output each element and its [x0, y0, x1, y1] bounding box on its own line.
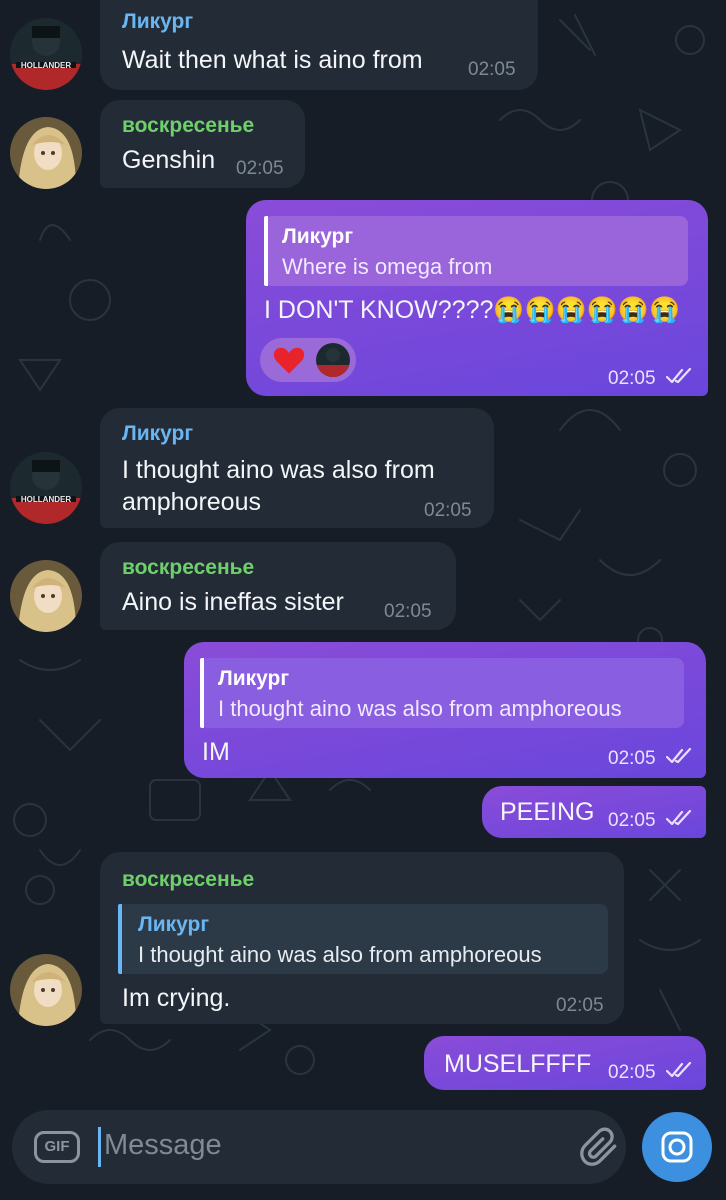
message-text: Aino is ineffas sister [122, 588, 344, 616]
message-input-bar: GIF Message [12, 1110, 626, 1184]
sender-name[interactable]: Ликург [122, 10, 193, 34]
message-text: PEEING [500, 798, 595, 826]
message-time: 02:05 [384, 601, 432, 622]
reply-quote[interactable]: Ликург Where is omega from [264, 216, 688, 286]
text-cursor [98, 1127, 101, 1167]
avatar[interactable]: HOLLANDER [10, 452, 82, 524]
reply-quote[interactable]: Ликург I thought aino was also from amph… [200, 658, 684, 728]
message-text: MUSELFFFF [444, 1050, 592, 1078]
message-time: 02:05 [608, 368, 656, 389]
message-time: 02:05 [236, 158, 284, 179]
message-bubble[interactable]: Ликург I thought aino was also from amph… [100, 408, 494, 528]
double-check-icon [666, 1062, 692, 1078]
reply-text: Where is omega from [282, 254, 493, 279]
message-input[interactable]: Message [104, 1129, 222, 1162]
double-check-icon [666, 748, 692, 764]
message-text-line: amphoreous [122, 488, 261, 516]
camera-icon [661, 1131, 693, 1163]
message-time: 02:05 [556, 995, 604, 1016]
message-time: 02:05 [608, 748, 656, 769]
double-check-icon [666, 368, 692, 384]
message-text: Wait then what is aino from [122, 46, 423, 74]
reaction-avatar[interactable] [316, 343, 350, 377]
reply-text: I thought aino was also from amphoreous [218, 696, 622, 721]
message-text: IM [202, 738, 230, 766]
message-bubble[interactable]: PEEING 02:05 [482, 786, 706, 838]
heart-reaction-icon[interactable] [272, 345, 306, 375]
reply-quote[interactable]: Ликург I thought aino was also from amph… [118, 904, 608, 974]
message-text: Genshin [122, 146, 216, 174]
camera-button[interactable] [642, 1112, 712, 1182]
double-check-icon [666, 810, 692, 826]
svg-text:HOLLANDER: HOLLANDER [21, 495, 71, 504]
sender-name[interactable]: воскресенье [122, 556, 254, 580]
avatar[interactable] [10, 560, 82, 632]
message-text: Im crying. [122, 984, 231, 1012]
message-bubble[interactable]: воскресенье Aino is ineffas sister 02:05 [100, 542, 456, 630]
message-bubble[interactable]: Ликург Where is omega from I DON'T KNOW?… [246, 200, 708, 396]
message-bubble[interactable]: Ликург I thought aino was also from amph… [184, 642, 706, 778]
message-time: 02:05 [468, 59, 516, 80]
message-text-line: I thought aino was also from [122, 456, 435, 484]
message-time: 02:05 [608, 1062, 656, 1083]
reply-sender: Ликург [138, 913, 210, 936]
reply-text: I thought aino was also from amphoreous [138, 942, 542, 967]
message-bubble[interactable]: MUSELFFFF 02:05 [424, 1036, 706, 1090]
sender-name[interactable]: Ликург [122, 422, 193, 446]
paperclip-icon[interactable] [578, 1126, 622, 1170]
message-bubble[interactable]: воскресенье Ликург I thought aino was al… [100, 852, 624, 1024]
svg-text:HOLLANDER: HOLLANDER [21, 61, 71, 70]
message-text: I DON'T KNOW????😭😭😭😭😭😭 [264, 296, 681, 324]
message-time: 02:05 [424, 500, 472, 521]
avatar[interactable] [10, 117, 82, 189]
reply-sender: Ликург [282, 225, 354, 248]
sender-name[interactable]: воскресенье [122, 868, 254, 892]
message-bubble[interactable]: Ликург Wait then what is aino from 02:05 [100, 0, 538, 90]
gif-button[interactable]: GIF [34, 1131, 80, 1163]
avatar[interactable]: HOLLANDER [10, 18, 82, 90]
reply-sender: Ликург [218, 667, 290, 690]
sender-name[interactable]: воскресенье [122, 114, 254, 138]
avatar[interactable] [10, 954, 82, 1026]
message-time: 02:05 [608, 810, 656, 831]
reactions[interactable] [260, 338, 356, 382]
message-bubble[interactable]: воскресенье Genshin 02:05 [100, 100, 305, 188]
